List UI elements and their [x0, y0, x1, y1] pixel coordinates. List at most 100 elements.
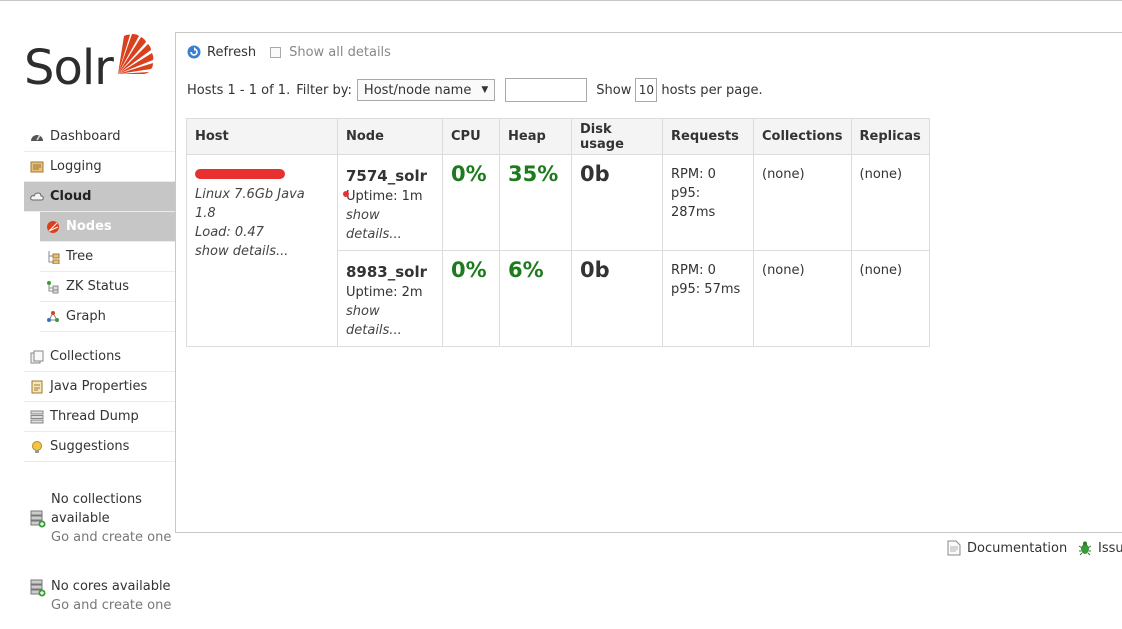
document-icon: [947, 540, 961, 556]
host-show-details[interactable]: show details...: [195, 242, 329, 261]
nav-suggestions[interactable]: Suggestions: [24, 432, 175, 462]
nav-logging-label: Logging: [50, 159, 102, 174]
requests-p95: p95: 57ms: [671, 282, 741, 297]
nav-graph-label: Graph: [66, 309, 106, 324]
database-add-icon: [30, 579, 46, 597]
nav-dashboard[interactable]: Dashboard: [24, 122, 175, 152]
zk-status-icon: [47, 280, 59, 293]
cpu-value: 0%: [451, 258, 487, 282]
node-name[interactable]: 7574_solr: [346, 165, 434, 187]
filter-by-label: Filter by:: [296, 82, 352, 98]
col-requests: Requests: [662, 118, 754, 155]
filter-input[interactable]: [505, 78, 588, 102]
issues-label: Issu: [1098, 540, 1122, 556]
cpu-cell: 0%: [442, 154, 500, 251]
sidebar-nav: Dashboard Logging Cloud Nodes Tree ZK St…: [24, 122, 175, 462]
col-disk: Disk usage: [571, 118, 663, 155]
top-border: [0, 0, 1122, 1]
requests-cell: RPM: 0 p95: 287ms: [662, 154, 754, 251]
col-heap: Heap: [499, 118, 572, 155]
graph-icon: [47, 310, 59, 322]
requests-cell: RPM: 0 p95: 57ms: [662, 250, 754, 347]
nav-collections-label: Collections: [50, 349, 122, 364]
nav-java-properties[interactable]: Java Properties: [24, 372, 175, 402]
filter-by-select[interactable]: Host/node name ▼: [356, 79, 496, 101]
node-uptime: Uptime: 1m: [346, 189, 423, 204]
col-host: Host: [186, 118, 338, 155]
solr-logo[interactable]: Solr: [24, 30, 164, 102]
show-all-details-toggle[interactable]: Show all details: [270, 45, 391, 60]
nodes-table: Host Node CPU Heap Disk usage Requests C…: [186, 118, 930, 347]
collections-cell: (none): [753, 154, 852, 251]
host-load: Load: 0.47: [195, 225, 264, 240]
documentation-link[interactable]: Documentation: [947, 538, 1067, 558]
replicas-cell: (none): [850, 154, 930, 251]
node-show-details[interactable]: show details...: [346, 302, 434, 340]
nav-cloud-label: Cloud: [50, 189, 92, 204]
nav-dashboard-label: Dashboard: [50, 129, 121, 144]
node-show-details[interactable]: show details...: [346, 206, 434, 244]
collections-value: (none): [762, 263, 805, 278]
dashboard-icon: [31, 134, 43, 141]
nav-tree-label: Tree: [66, 249, 94, 264]
nav-nodes[interactable]: Nodes: [40, 212, 175, 242]
nav-java-properties-label: Java Properties: [50, 379, 148, 394]
col-collections: Collections: [753, 118, 852, 155]
create-core-link[interactable]: Go and create one: [51, 596, 175, 615]
replicas-cell: (none): [850, 250, 930, 347]
requests-rpm: RPM: 0: [671, 263, 716, 278]
no-cores-note: No cores available Go and create one: [24, 577, 175, 615]
dropdown-arrow-icon: ▼: [481, 85, 489, 95]
node-cell: 7574_solr Uptime: 1m show details...: [337, 154, 443, 251]
show-all-checkbox[interactable]: [270, 46, 282, 58]
heap-value: 6%: [508, 258, 544, 282]
filter-by-selected: Host/node name: [363, 82, 472, 98]
host-name-redacted: [195, 169, 285, 179]
nav-cloud[interactable]: Cloud: [24, 182, 175, 212]
hosts-count: Hosts 1 - 1 of 1.: [187, 82, 291, 98]
node-cell: 8983_solr Uptime: 2m show details...: [337, 250, 443, 347]
replicas-value: (none): [859, 263, 903, 278]
disk-cell: 0b: [571, 154, 663, 251]
nav-zk-status[interactable]: ZK Status: [40, 272, 175, 302]
refresh-button[interactable]: Refresh: [187, 45, 256, 60]
heap-cell: 6%: [499, 250, 572, 347]
node-name[interactable]: 8983_solr: [346, 261, 434, 283]
collections-cell: (none): [753, 250, 852, 347]
col-cpu: CPU: [442, 118, 500, 155]
col-replicas: Replicas: [850, 118, 930, 155]
nodes-toolbar: Refresh Show all details: [187, 42, 391, 62]
host-info: Linux 7.6Gb Java 1.8: [195, 187, 305, 221]
create-collection-link[interactable]: Go and create one: [51, 528, 175, 547]
nav-collections[interactable]: Collections: [24, 342, 175, 372]
nav-logging[interactable]: Logging: [24, 152, 175, 182]
lightbulb-icon: [32, 440, 42, 453]
requests-rpm: RPM: 0: [671, 167, 716, 182]
nav-graph[interactable]: Graph: [40, 302, 175, 332]
no-cores-text: No cores available: [51, 579, 171, 594]
col-node: Node: [337, 118, 443, 155]
tree-icon: [48, 250, 60, 264]
per-page-suffix: hosts per page.: [661, 82, 763, 98]
refresh-icon: [187, 45, 201, 59]
filter-row: Hosts 1 - 1 of 1. Filter by: Host/node n…: [187, 78, 763, 102]
no-collections-text: No collections available: [51, 492, 142, 526]
per-page-input[interactable]: 10: [635, 78, 658, 102]
nav-tree[interactable]: Tree: [40, 242, 175, 272]
cloud-subnav: Nodes Tree ZK Status Graph: [24, 212, 175, 332]
solr-sun-icon: [118, 34, 154, 74]
nav-thread-dump[interactable]: Thread Dump: [24, 402, 175, 432]
no-collections-note: No collections available Go and create o…: [24, 490, 175, 547]
heap-cell: 35%: [499, 154, 572, 251]
nav-thread-dump-label: Thread Dump: [50, 409, 139, 424]
requests-p95: p95: 287ms: [671, 186, 716, 220]
heap-value: 35%: [508, 162, 559, 186]
issues-link[interactable]: Issu: [1078, 538, 1122, 558]
show-label: Show: [596, 82, 632, 98]
cpu-cell: 0%: [442, 250, 500, 347]
logging-icon: [30, 161, 44, 172]
disk-value: 0b: [580, 258, 610, 282]
logo-text: Solr: [24, 40, 114, 96]
database-add-icon: [30, 510, 46, 528]
bug-icon: [1078, 541, 1092, 556]
